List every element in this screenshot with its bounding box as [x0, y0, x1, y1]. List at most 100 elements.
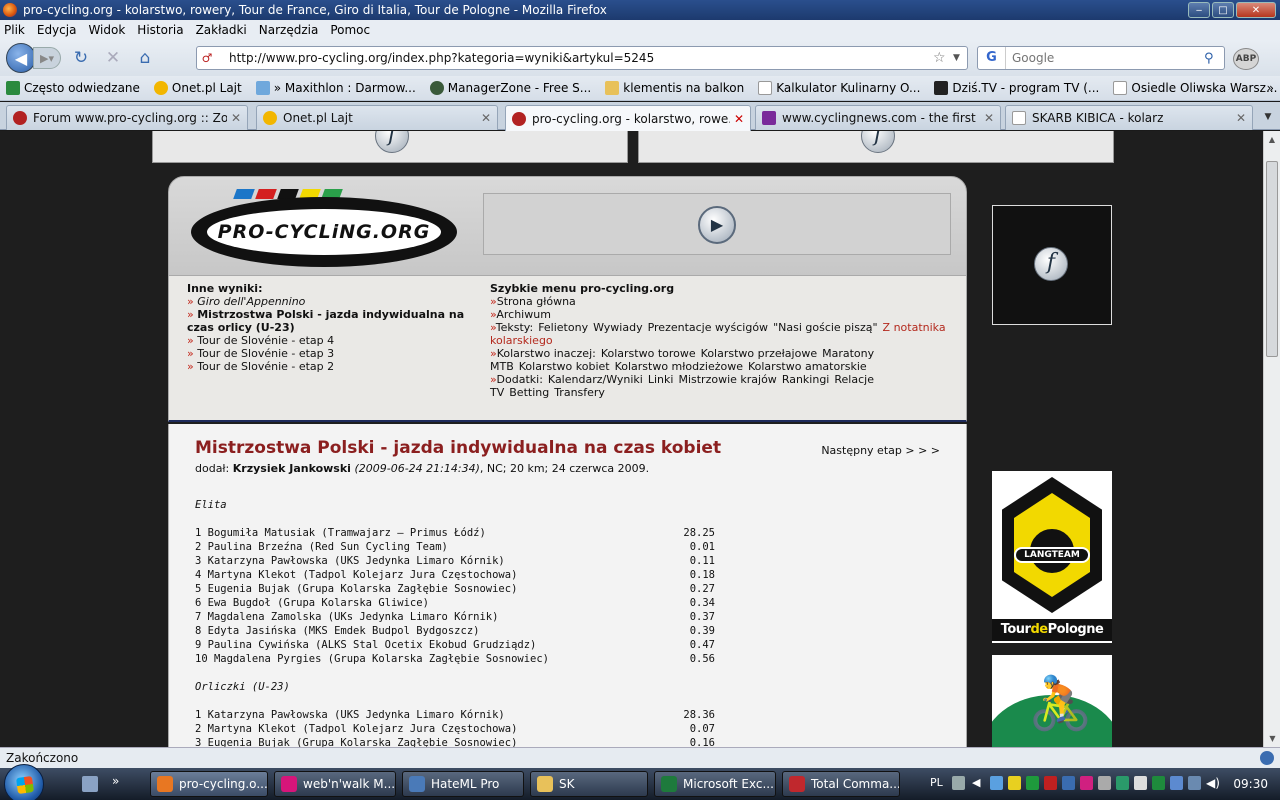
tray-icon[interactable] — [1062, 776, 1075, 790]
vertical-scrollbar[interactable]: ▲ ▼ — [1263, 131, 1280, 747]
link[interactable]: Betting — [509, 386, 549, 399]
top-banner-right[interactable]: f — [638, 131, 1114, 163]
status-icon[interactable] — [1260, 751, 1274, 765]
tray-icon[interactable] — [1044, 776, 1057, 790]
link[interactable]: Linki — [648, 373, 674, 386]
menu-pomoc[interactable]: Pomoc — [330, 23, 370, 37]
link[interactable]: Kolarstwo przełajowe — [701, 347, 817, 360]
tab-close-icon[interactable]: ✕ — [231, 111, 241, 125]
taskbar-item[interactable]: HateML Pro — [402, 771, 524, 797]
tab-close-icon[interactable]: ✕ — [734, 112, 744, 126]
tray-icon[interactable] — [1188, 776, 1201, 790]
play-icon[interactable]: ▶ — [698, 206, 736, 244]
other-result-link[interactable]: » Tour de Slovénie - etap 4 — [187, 334, 477, 347]
link[interactable]: Prezentacje wyścigów — [648, 321, 768, 334]
bookmark-item[interactable]: Kalkulator Kulinarny O... — [758, 81, 920, 95]
tab-skarb-kibica[interactable]: SKARB KIBICA - kolarz ✕ — [1005, 105, 1253, 130]
clock[interactable]: 09:30 — [1233, 777, 1268, 791]
tab-close-icon[interactable]: ✕ — [481, 111, 491, 125]
close-window-button[interactable]: ✕ — [1236, 2, 1276, 18]
site-logo[interactable]: PRO-CYCLiNG.ORG — [191, 189, 459, 267]
other-result-link[interactable]: » Tour de Slovénie - etap 3 — [187, 347, 477, 360]
bookmarks-overflow-icon[interactable]: » — [1267, 81, 1274, 95]
menu-plik[interactable]: Plik — [4, 23, 25, 37]
link[interactable]: Kolarstwo amatorskie — [748, 360, 867, 373]
start-button[interactable] — [4, 764, 44, 800]
taskbar-item[interactable]: pro-cycling.o... — [150, 771, 268, 797]
bookmark-item[interactable]: Często odwiedzane — [6, 81, 140, 95]
link[interactable]: Rankingi — [782, 373, 830, 386]
bookmark-item[interactable]: Onet.pl Lajt — [153, 81, 242, 95]
link[interactable]: Transfery — [554, 386, 605, 399]
reload-icon[interactable]: ↻ — [69, 46, 93, 70]
volume-icon[interactable]: ◀) — [1206, 776, 1220, 790]
tray-icon[interactable] — [1080, 776, 1093, 790]
back-button[interactable]: ◀ — [6, 43, 36, 73]
top-banner-left[interactable]: f — [152, 131, 628, 163]
tab-close-icon[interactable]: ✕ — [984, 111, 994, 125]
link[interactable]: Mistrzowie krajów — [678, 373, 776, 386]
other-result-link[interactable]: » Giro dell'Appennino — [187, 295, 477, 308]
search-engine-icon[interactable]: G — [978, 47, 1006, 69]
tab-pro-cycling[interactable]: pro-cycling.org - kolarstwo, rowe... ✕ — [505, 105, 751, 131]
bookmark-item[interactable]: Osiedle Oliwska Warsz... — [1113, 81, 1277, 95]
bookmark-item[interactable]: » Maxithlon : Darmow... — [255, 81, 416, 95]
menu-narzedzia[interactable]: Narzędzia — [259, 23, 319, 37]
search-icon[interactable]: ⚲ — [1204, 51, 1224, 66]
tab-close-icon[interactable]: ✕ — [1236, 111, 1246, 125]
link[interactable]: Kalendarz/Wyniki — [548, 373, 643, 386]
link[interactable]: Kolarstwo kobiet — [519, 360, 610, 373]
network-icon[interactable] — [1170, 776, 1183, 790]
maximize-button[interactable]: □ — [1212, 2, 1234, 18]
link[interactable]: Felietony — [538, 321, 588, 334]
url-dropdown-icon[interactable]: ▼ — [953, 53, 967, 63]
stop-icon[interactable]: ✕ — [101, 46, 125, 70]
tab-list-icon[interactable]: ▼ — [1258, 107, 1278, 127]
tray-icon[interactable] — [1008, 776, 1021, 790]
language-indicator[interactable]: PL — [930, 776, 943, 789]
tray-icon[interactable] — [990, 776, 1003, 790]
bookmark-item[interactable]: klementis na balkon — [605, 81, 744, 95]
taskbar-item[interactable]: web'n'walk M... — [274, 771, 396, 797]
tray-icon[interactable] — [1116, 776, 1129, 790]
menu-widok[interactable]: Widok — [88, 23, 125, 37]
quicklaunch-overflow-icon[interactable]: » — [112, 774, 128, 790]
tray-expand-icon[interactable]: ◀ — [972, 776, 985, 790]
taskbar-item[interactable]: Microsoft Exc... — [654, 771, 776, 797]
other-result-link[interactable]: » Mistrzostwa Polski - jazda indywidualn… — [187, 308, 477, 334]
menu-zakladki[interactable]: Zakładki — [196, 23, 247, 37]
cyclist-ad[interactable]: 🚴 — [992, 655, 1112, 747]
menu-historia[interactable]: Historia — [137, 23, 183, 37]
url-bar[interactable]: ♂ http://www.pro-cycling.org/index.php?k… — [196, 46, 968, 70]
url-text[interactable]: http://www.pro-cycling.org/index.php?kat… — [217, 51, 933, 65]
search-input[interactable] — [1006, 51, 1204, 65]
next-stage-link[interactable]: Następny etap > > > — [821, 444, 940, 457]
forward-button[interactable]: ▶▾ — [33, 47, 61, 69]
quick-menu-archive-link[interactable]: »Archiwum — [490, 308, 950, 321]
show-desktop-icon[interactable] — [82, 776, 98, 792]
link[interactable]: "Nasi goście piszą" — [773, 321, 877, 334]
bookmark-item[interactable]: Dziś.TV - program TV (... — [934, 81, 1099, 95]
tray-icon[interactable] — [1026, 776, 1039, 790]
minimize-button[interactable]: ‒ — [1188, 2, 1210, 18]
quick-menu-home-link[interactable]: »Strona główna — [490, 295, 950, 308]
taskbar-item[interactable]: SK — [530, 771, 648, 797]
link[interactable]: Wywiady — [593, 321, 642, 334]
header-flash-banner[interactable]: ▶ — [483, 193, 951, 255]
right-flash-ad[interactable]: f — [992, 205, 1112, 325]
tray-icon[interactable] — [1098, 776, 1111, 790]
scroll-down-icon[interactable]: ▼ — [1264, 730, 1280, 747]
tray-icon[interactable] — [1152, 776, 1165, 790]
taskbar-item[interactable]: Total Comma... — [782, 771, 900, 797]
home-icon[interactable]: ⌂ — [133, 46, 157, 70]
langteam-ad[interactable]: LANGTEAM TourdePologne — [992, 471, 1112, 643]
search-bar[interactable]: G ⚲ — [977, 46, 1225, 70]
tab-onet[interactable]: Onet.pl Lajt ✕ — [256, 105, 498, 130]
tab-cyclingnews[interactable]: www.cyclingnews.com - the first W... ✕ — [755, 105, 1001, 130]
scrollbar-thumb[interactable] — [1266, 161, 1278, 357]
bookmark-item[interactable]: ManagerZone - Free S... — [429, 81, 591, 95]
tray-icon[interactable] — [1134, 776, 1147, 790]
link[interactable]: Kolarstwo torowe — [601, 347, 696, 360]
adblock-icon[interactable]: ABP — [1233, 48, 1259, 70]
bookmark-star-icon[interactable]: ☆ — [933, 50, 953, 66]
